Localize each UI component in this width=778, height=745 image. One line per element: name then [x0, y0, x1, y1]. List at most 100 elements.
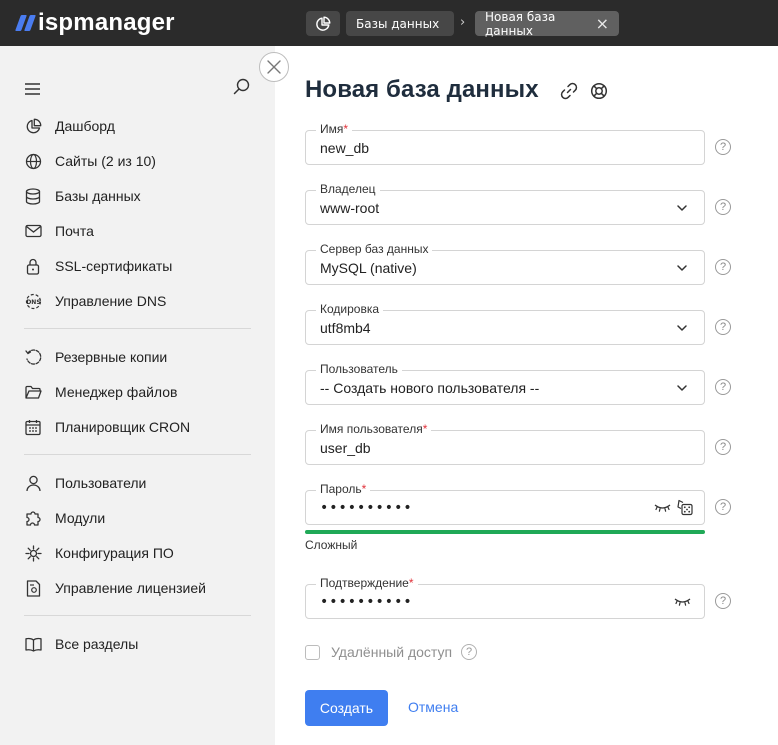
help-icon[interactable]: ? [715, 199, 731, 215]
help-icon[interactable]: ? [715, 139, 731, 155]
password-confirm-label: Подтверждение* [316, 576, 418, 590]
sidebar-item-dns[interactable]: DNS Управление DNS [24, 290, 166, 312]
sidebar-item-license[interactable]: Управление лицензией [24, 577, 206, 599]
charset-select[interactable]: Кодировка utf8mb4 [305, 302, 705, 345]
charset-label: Кодировка [316, 302, 384, 316]
breadcrumb-new-database[interactable]: Новая база данных × [475, 9, 619, 38]
db-server-select[interactable]: Сервер баз данных MySQL (native) [305, 242, 705, 285]
help-icon[interactable]: ? [715, 319, 731, 335]
sidebar-item-label: Управление DNS [55, 293, 167, 309]
username-field[interactable]: Имя пользователя* user_db [305, 422, 705, 465]
help-icon[interactable]: ? [715, 499, 731, 515]
breadcrumb-label: Новая база данных [485, 9, 556, 38]
menu-toggle-button[interactable] [25, 80, 40, 99]
help-icon[interactable]: ? [715, 259, 731, 275]
help-icon[interactable]: ? [715, 439, 731, 455]
owner-label: Владелец [316, 182, 380, 196]
logo-text: ispmanager [38, 9, 175, 36]
license-icon [24, 579, 42, 597]
sidebar-item-label: Резервные копии [55, 349, 168, 365]
sidebar-item-file-manager[interactable]: Менеджер файлов [24, 381, 178, 403]
eye-closed-icon[interactable] [674, 597, 691, 607]
sidebar-search-button[interactable] [233, 78, 250, 99]
sidebar-item-label: Планировщик CRON [55, 419, 191, 435]
breadcrumb-home-button[interactable] [306, 11, 340, 36]
password-value: •••••••••• [320, 500, 413, 516]
chevron-down-icon [677, 325, 687, 331]
sidebar-item-cron[interactable]: Планировщик CRON [24, 416, 190, 438]
dns-icon: DNS [24, 292, 42, 310]
password-confirm-field[interactable]: Подтверждение* •••••••••• [305, 576, 705, 619]
create-button[interactable]: Создать [305, 690, 388, 726]
logo[interactable]: ispmanager [15, 8, 175, 38]
remote-access-label[interactable]: Удалённый доступ [331, 644, 452, 660]
password-field[interactable]: Пароль* •••••••••• [305, 482, 705, 525]
sidebar-item-label: Управление лицензией [55, 580, 206, 596]
mail-icon [24, 222, 42, 240]
sidebar-item-software-config[interactable]: Конфигурация ПО [24, 542, 174, 564]
db-name-label: Имя* [316, 122, 353, 136]
sidebar-divider [24, 328, 251, 329]
globe-icon [24, 152, 42, 170]
help-icon[interactable]: ? [715, 593, 731, 609]
remote-access-checkbox[interactable] [305, 644, 320, 660]
db-user-label: Пользователь [316, 362, 402, 376]
owner-value: www-root [320, 200, 380, 216]
db-server-value: MySQL (native) [320, 260, 417, 276]
help-icon[interactable]: ? [461, 644, 478, 660]
sidebar-item-mail[interactable]: Почта [24, 220, 94, 242]
puzzle-icon [24, 509, 42, 527]
sidebar-item-sites[interactable]: Сайты (2 из 10) [24, 150, 156, 172]
hamburger-icon [25, 83, 40, 95]
owner-select[interactable]: Владелец www-root [305, 182, 705, 225]
calendar-icon [24, 418, 42, 436]
sidebar-item-label: Дашборд [55, 118, 115, 134]
db-name-value: new_db [320, 140, 370, 156]
cancel-button[interactable]: Отмена [408, 699, 458, 715]
lock-icon [24, 257, 42, 275]
breadcrumb-separator-icon: › [460, 15, 466, 30]
lifebuoy-icon [590, 82, 608, 100]
sidebar-item-label: Базы данных [55, 188, 141, 204]
eye-closed-icon[interactable] [654, 503, 671, 513]
sidebar-item-ssl[interactable]: SSL-сертификаты [24, 255, 172, 277]
help-icon[interactable]: ? [715, 379, 731, 395]
sidebar-item-label: SSL-сертификаты [55, 258, 173, 274]
password-strength-bar [305, 530, 705, 534]
sidebar-item-dashboard[interactable]: Дашборд [24, 115, 115, 137]
sidebar-item-label: Модули [55, 510, 106, 526]
sidebar-item-users[interactable]: Пользователи [24, 472, 146, 494]
sidebar-item-modules[interactable]: Модули [24, 507, 105, 529]
link-icon [560, 82, 578, 100]
settings-chip-icon [24, 544, 42, 562]
generate-password-icon[interactable] [677, 499, 693, 516]
collapse-sidebar-button[interactable] [259, 52, 289, 82]
chevron-down-icon [677, 205, 687, 211]
folder-icon [24, 383, 42, 401]
sidebar-item-databases[interactable]: Базы данных [24, 185, 141, 207]
pie-chart-icon [24, 117, 42, 135]
database-icon [24, 187, 42, 205]
sidebar-divider [24, 454, 251, 455]
copy-link-button[interactable] [560, 82, 578, 104]
top-bar: ispmanager Базы данных › Новая база данн… [0, 0, 778, 46]
sidebar-item-label: Сайты (2 из 10) [55, 153, 156, 169]
username-value: user_db [320, 440, 371, 456]
db-user-select[interactable]: Пользователь -- Создать нового пользоват… [305, 362, 705, 405]
search-icon [233, 78, 250, 95]
help-center-button[interactable] [590, 82, 608, 104]
sidebar-divider [24, 615, 251, 616]
db-name-field[interactable]: Имя* new_db [305, 122, 705, 165]
user-icon [24, 474, 42, 492]
close-icon[interactable]: × [596, 15, 609, 32]
chevron-down-icon [677, 385, 687, 391]
sidebar-item-backups[interactable]: Резервные копии [24, 346, 167, 368]
username-label: Имя пользователя* [316, 422, 432, 436]
breadcrumb-databases[interactable]: Базы данных [346, 11, 454, 36]
sidebar-item-label: Менеджер файлов [55, 384, 178, 400]
db-user-value: -- Создать нового пользователя -- [320, 380, 540, 396]
sidebar-item-label: Конфигурация ПО [55, 545, 174, 561]
sidebar-item-all-sections[interactable]: Все разделы [24, 633, 138, 655]
password-confirm-value: •••••••••• [320, 594, 413, 610]
charset-value: utf8mb4 [320, 320, 371, 336]
